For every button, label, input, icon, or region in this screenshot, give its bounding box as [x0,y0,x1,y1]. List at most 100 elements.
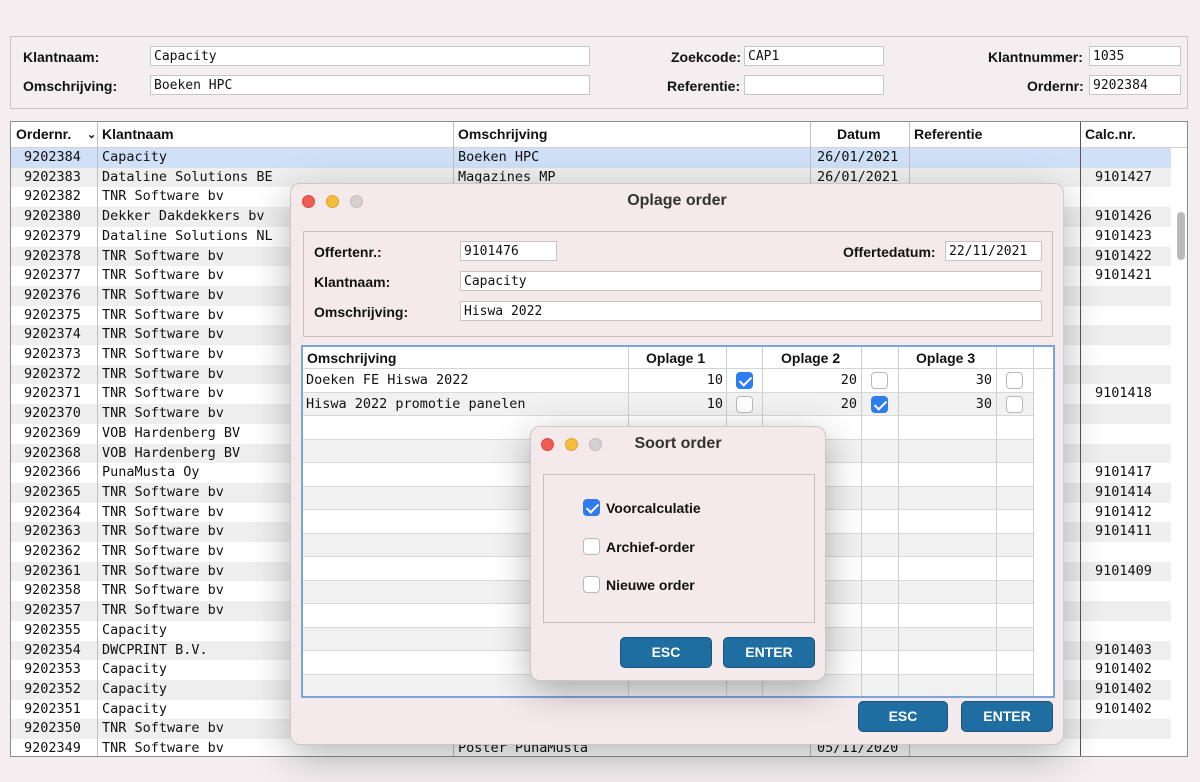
oplage2-cell[interactable]: 20 [766,396,857,412]
zoekcode-field[interactable] [744,46,884,66]
col-divider [1080,122,1081,756]
archief-order-label: Archief-order [606,539,695,555]
klantnaam-label: Klantnaam: [314,274,391,290]
offertedatum-field[interactable] [945,241,1042,261]
table-cell: 9101402 [1095,680,1152,697]
table-cell: Dataline Solutions NL [102,227,273,244]
oplage2-checkbox[interactable] [871,372,888,389]
table-cell: 9202371 [24,385,81,402]
ordernr-field[interactable] [1089,75,1181,95]
enter-button[interactable]: ENTER [723,637,815,668]
klantnummer-field[interactable] [1089,46,1181,66]
table-cell: VOB Hardenberg BV [102,424,241,441]
col-header-oplage2: Oplage 2 [781,350,841,366]
voorcalculatie-checkbox[interactable] [583,499,600,516]
table-row[interactable]: Hiswa 2022 promotie panelen 10 20 30 [303,392,1033,416]
table-cell: TNR Software bv [102,405,224,422]
table-cell: 9202369 [24,424,81,441]
table-cell: TNR Software bv [102,483,224,500]
offertenr-label: Offertenr.: [314,244,382,260]
col-header-referentie[interactable]: Referentie [914,126,982,142]
oplage-dialog-title: Oplage order [627,192,727,209]
klantnaam-field[interactable] [460,271,1042,291]
col-header-oplage1: Oplage 1 [646,350,706,366]
table-cell: TNR Software bv [102,582,224,599]
offertedatum-label: Offertedatum: [843,244,936,260]
referentie-label: Referentie: [667,78,741,94]
table-cell: TNR Software bv [102,346,224,362]
table-cell: Capacity [102,661,168,678]
table-row[interactable]: Doeken FE Hiswa 2022 10 20 30 [303,369,1033,393]
nieuwe-order-checkbox[interactable] [583,576,600,593]
oplage3-cell[interactable]: 30 [901,396,992,412]
col-header-ordernr[interactable]: Ordernr. [16,126,71,142]
table-cell: 9101417 [1095,464,1152,481]
klantnaam-field[interactable] [150,46,590,66]
table-cell: 9101411 [1095,523,1152,540]
oplage3-cell[interactable]: 30 [901,372,992,388]
omschrijving-label: Omschrijving: [23,78,118,94]
table-cell: 9202350 [24,720,81,737]
table-cell: Dekker Dakdekkers bv [102,208,265,225]
table-cell: DWCPRINT B.V. [102,641,208,658]
oplage1-checkbox[interactable] [736,395,753,413]
table-cell: 9202373 [24,346,81,362]
table-cell: 9202374 [24,326,81,343]
table-cell: 9202365 [24,483,81,500]
table-cell: 9202351 [24,700,81,717]
zoekcode-label: Zoekcode: [671,49,742,65]
esc-button[interactable]: ESC [858,701,948,732]
oplage1-cell[interactable]: 10 [633,396,723,412]
list-scrollbar[interactable] [1177,212,1185,260]
omschrijving-field[interactable] [460,301,1042,321]
oplage2-checkbox[interactable] [871,395,888,413]
table-row[interactable]: 9202384 Capacity Boeken HPC 26/01/2021 [11,148,1171,168]
col-divider [861,347,862,696]
table-cell: 9101403 [1095,641,1152,658]
oplage3-checkbox[interactable] [1006,372,1023,389]
table-cell: TNR Software bv [102,188,224,205]
archief-order-checkbox[interactable] [583,538,600,555]
chevron-down-icon[interactable]: ⌄ [87,128,96,141]
table-cell: TNR Software bv [102,306,224,323]
col-header-calcnr[interactable]: Calc.nr. [1085,126,1136,142]
order-header-panel: Klantnaam: Omschrijving: Zoekcode: Refer… [10,36,1188,109]
ordernr-label: Ordernr: [1027,78,1084,94]
oplage1-checkbox[interactable] [736,372,753,389]
oplage-grid-header: Omschrijving Oplage 1 Oplage 2 Oplage 3 [303,347,1053,369]
table-cell: 9202383 [24,168,81,185]
col-header-omschrijving[interactable]: Omschrijving [458,126,547,142]
table-cell: 9202384 [24,149,81,165]
oplage3-checkbox[interactable] [1006,395,1023,413]
enter-button[interactable]: ENTER [961,701,1053,732]
table-cell: 9202353 [24,661,81,678]
omschrijving-field[interactable] [150,75,590,95]
col-header-datum[interactable]: Datum [837,126,881,142]
col-header-klantnaam[interactable]: Klantnaam [102,126,174,142]
table-cell: Dataline Solutions BE [102,168,273,185]
col-divider [1033,347,1034,696]
col-divider [97,122,98,756]
omschrijving-cell[interactable]: Doeken FE Hiswa 2022 [306,372,469,388]
table-cell: 9202358 [24,582,81,599]
table-cell: 9202372 [24,365,81,382]
table-cell: 9202382 [24,188,81,205]
table-cell: 9202378 [24,247,81,264]
referentie-field[interactable] [744,75,884,95]
table-cell: 9101426 [1095,208,1152,225]
oplage1-cell[interactable]: 10 [633,372,723,388]
table-cell: 9202354 [24,641,81,658]
table-cell: 26/01/2021 [817,149,899,165]
table-cell: 9202377 [24,267,81,284]
omschrijving-cell[interactable]: Hiswa 2022 promotie panelen [306,396,525,412]
omschrijving-label: Omschrijving: [314,304,409,320]
nieuwe-order-label: Nieuwe order [606,577,695,593]
table-cell: 9101402 [1095,661,1152,678]
table-cell: Capacity [102,700,168,717]
offertenr-field[interactable] [460,241,557,261]
esc-button[interactable]: ESC [620,637,712,668]
oplage2-cell[interactable]: 20 [766,372,857,388]
table-cell: Capacity [102,680,168,697]
table-cell: 9202357 [24,602,81,619]
table-cell: 9101412 [1095,503,1152,520]
